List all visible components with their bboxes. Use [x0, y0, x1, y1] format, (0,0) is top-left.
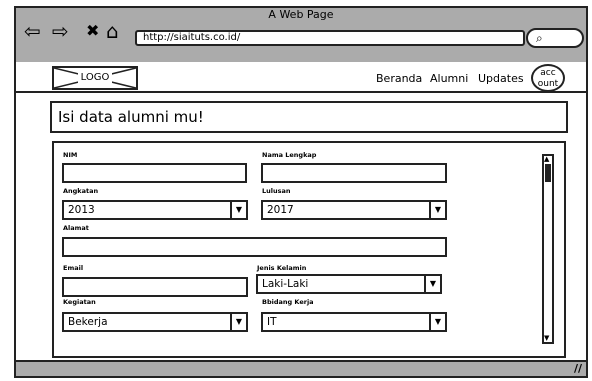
resize-grip-icon[interactable]: //	[574, 362, 582, 375]
forward-icon[interactable]: ⇨	[52, 20, 69, 42]
chevron-down-icon: ▼	[429, 314, 445, 330]
kegiatan-value: Bekerja	[68, 316, 108, 328]
kegiatan-select[interactable]: Bekerja ▼	[62, 312, 248, 332]
account-button[interactable]: acc ount	[531, 64, 565, 92]
chevron-down-icon: ▼	[429, 202, 445, 218]
jenis-kelamin-value: Laki-Laki	[262, 278, 309, 290]
lulusan-select[interactable]: 2017 ▼	[261, 200, 447, 220]
jenis-kelamin-select[interactable]: Laki-Laki ▼	[256, 274, 442, 294]
email-input[interactable]	[62, 277, 248, 297]
nim-input[interactable]	[62, 163, 247, 183]
logo-text: LOGO	[77, 72, 113, 83]
status-bar	[16, 360, 586, 376]
jenis-kelamin-label: Jenis Kelamin	[257, 264, 307, 272]
angkatan-select[interactable]: 2013 ▼	[62, 200, 248, 220]
chevron-down-icon: ▼	[230, 202, 246, 218]
home-icon[interactable]: ⌂	[106, 20, 119, 42]
bidang-kerja-label: Bbidang Kerja	[262, 298, 314, 306]
alamat-label: Alamat	[63, 224, 89, 232]
nav-link-updates[interactable]: Updates	[478, 72, 524, 85]
angkatan-value: 2013	[68, 204, 95, 216]
lulusan-value: 2017	[267, 204, 294, 216]
back-icon[interactable]: ⇦	[24, 20, 41, 42]
scroll-up-icon[interactable]: ▲	[544, 155, 549, 163]
bidang-kerja-select[interactable]: IT ▼	[261, 312, 447, 332]
scrollbar-thumb[interactable]	[545, 164, 551, 182]
nama-lengkap-label: Nama Lengkap	[262, 151, 317, 159]
nav-link-beranda[interactable]: Beranda	[376, 72, 422, 85]
scroll-down-icon[interactable]: ▼	[544, 334, 549, 342]
chevron-down-icon: ▼	[230, 314, 246, 330]
nama-lengkap-input[interactable]	[261, 163, 447, 183]
kegiatan-label: Kegiatan	[63, 298, 96, 306]
search-box[interactable]: ⌕	[526, 28, 584, 48]
search-icon: ⌕	[536, 31, 543, 45]
close-icon[interactable]: ✖	[86, 20, 99, 42]
page-heading: Isi data alumni mu!	[50, 101, 568, 133]
logo[interactable]: LOGO	[52, 66, 138, 90]
lulusan-label: Lulusan	[262, 187, 291, 195]
chevron-down-icon: ▼	[424, 276, 440, 292]
nim-label: NIM	[63, 151, 78, 159]
vertical-scrollbar[interactable]	[542, 154, 554, 344]
address-bar[interactable]: http://siaituts.co.id/	[135, 30, 525, 46]
alamat-input[interactable]	[62, 237, 447, 257]
nav-link-alumni[interactable]: Alumni	[430, 72, 468, 85]
angkatan-label: Angkatan	[63, 187, 99, 195]
bidang-kerja-value: IT	[267, 316, 277, 328]
window-title: A Web Page	[268, 8, 334, 21]
email-label: Email	[63, 264, 84, 272]
